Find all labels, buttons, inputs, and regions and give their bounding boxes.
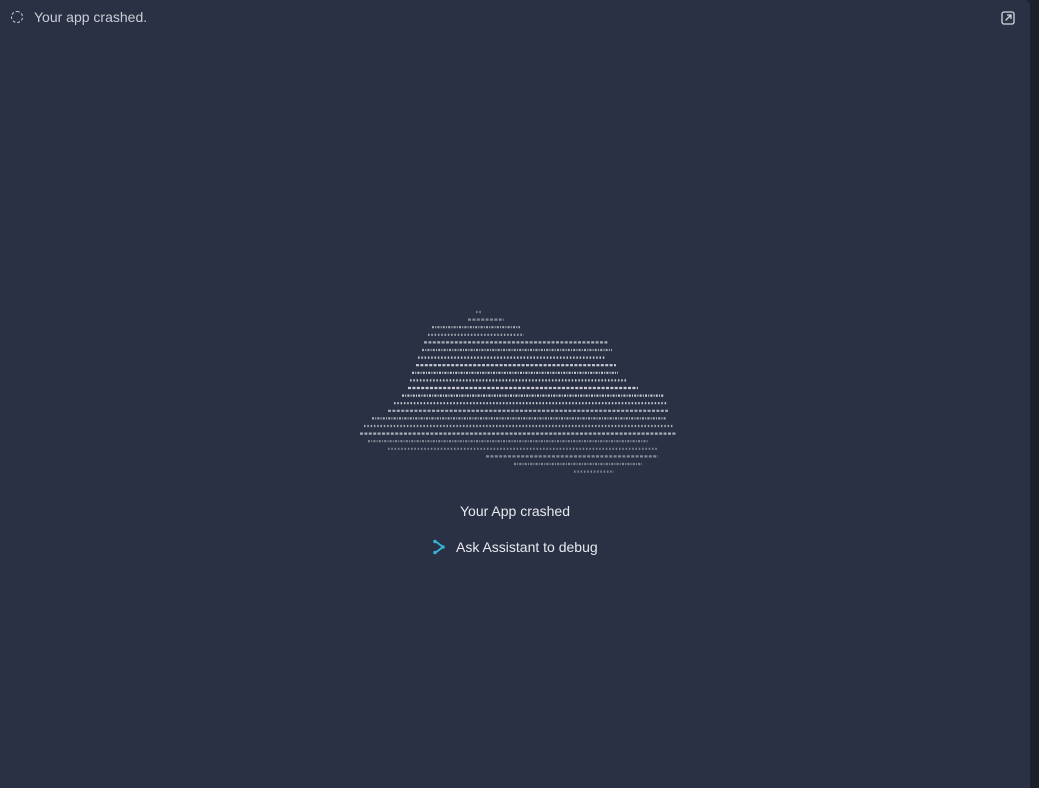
scrollbar-gutter bbox=[1030, 0, 1039, 788]
ask-assistant-debug-button[interactable]: Ask Assistant to debug bbox=[432, 537, 598, 557]
ascii-art-cloud bbox=[360, 310, 676, 473]
header-title: Your app crashed. bbox=[34, 9, 148, 25]
open-in-new-tab-button[interactable] bbox=[1000, 10, 1016, 26]
open-in-new-icon bbox=[1001, 11, 1015, 25]
debug-link-label: Ask Assistant to debug bbox=[456, 539, 598, 555]
loading-spinner-icon bbox=[11, 11, 23, 23]
crash-title: Your App crashed bbox=[459, 503, 570, 519]
app-panel: Your app crashed. Your App crashed Ask A… bbox=[0, 0, 1030, 788]
header-bar: Your app crashed. bbox=[0, 0, 1030, 36]
assistant-icon bbox=[433, 539, 445, 555]
